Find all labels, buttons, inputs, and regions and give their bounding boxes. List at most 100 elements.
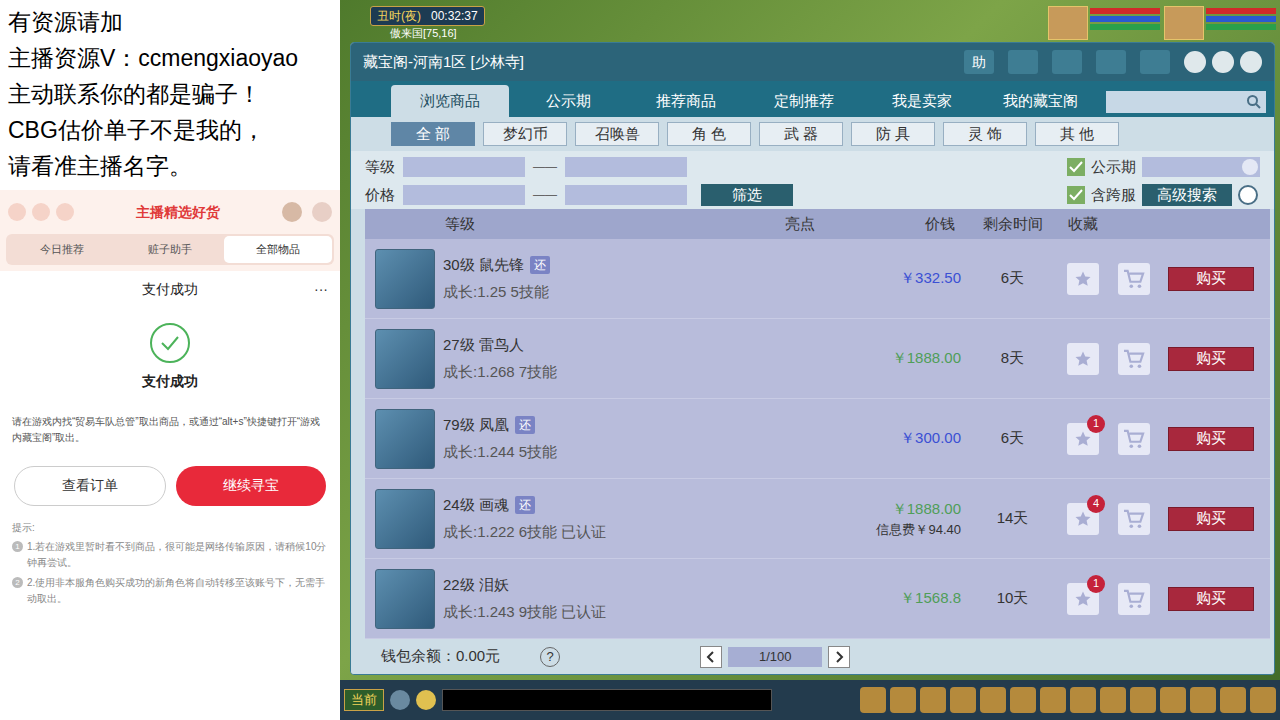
return-badge: 还 — [515, 416, 535, 434]
mobile-tab[interactable]: 赃子助手 — [116, 236, 224, 263]
buy-button[interactable]: 购买 — [1168, 427, 1254, 451]
mobile-tab[interactable]: 今日推荐 — [8, 236, 116, 263]
category-button[interactable]: 其 他 — [1035, 122, 1119, 146]
action-button[interactable]: 查看订单 — [14, 466, 166, 506]
pet-detail: 成长:1.244 5技能 — [443, 441, 557, 464]
table-row[interactable]: 30级 鼠先锋还成长:1.25 5技能￥332.506天购买 — [365, 239, 1270, 319]
range-min-input[interactable] — [403, 185, 525, 205]
category-button[interactable]: 全 部 — [391, 122, 475, 146]
buy-button[interactable]: 购买 — [1168, 587, 1254, 611]
add-icon — [1242, 159, 1258, 175]
mobile-tab[interactable]: 全部物品 — [224, 236, 332, 263]
emoji-icon[interactable] — [416, 690, 436, 710]
category-button[interactable]: 召唤兽 — [575, 122, 659, 146]
price: ￥1888.00 — [892, 498, 961, 521]
chat-input[interactable] — [442, 689, 772, 711]
header-icon[interactable] — [56, 203, 74, 221]
cart-button[interactable] — [1118, 503, 1150, 535]
table-row[interactable]: 24级 画魂还成长:1.222 6技能 已认证￥1888.00信息费￥94.40… — [365, 479, 1270, 559]
category-button[interactable]: 梦幻币 — [483, 122, 567, 146]
cart-button[interactable] — [1118, 263, 1150, 295]
window-control-icon[interactable] — [1240, 51, 1262, 73]
toolbar-item-icon[interactable] — [950, 687, 976, 713]
check-icon — [1069, 161, 1083, 173]
favorite-button[interactable] — [1067, 343, 1099, 375]
toolbar-item-icon[interactable] — [1130, 687, 1156, 713]
header-icon[interactable] — [8, 203, 26, 221]
mobile-tabs: 今日推荐赃子助手全部物品 — [0, 234, 340, 271]
toolbar-icon[interactable] — [1052, 50, 1082, 74]
category-button[interactable]: 防 具 — [851, 122, 935, 146]
range-max-input[interactable] — [565, 157, 687, 177]
action-button[interactable]: 继续寻宝 — [176, 466, 326, 506]
toolbar-item-icon[interactable] — [1220, 687, 1246, 713]
header-icon[interactable] — [32, 203, 50, 221]
main-tab[interactable]: 浏览商品 — [391, 85, 509, 117]
filter-checkbox[interactable] — [1067, 158, 1085, 176]
main-tab[interactable]: 我是卖家 — [863, 85, 981, 117]
toolbar-item-icon[interactable] — [1100, 687, 1126, 713]
favorite-count: 1 — [1087, 415, 1105, 433]
toolbar-item-icon[interactable] — [1160, 687, 1186, 713]
cart-button[interactable] — [1118, 423, 1150, 455]
chat-channel[interactable]: 当前 — [344, 689, 384, 711]
help-icon[interactable]: ? — [540, 647, 560, 667]
toolbar-item-icon[interactable] — [920, 687, 946, 713]
help-button[interactable]: 助 — [964, 50, 994, 74]
toolbar-icon[interactable] — [1140, 50, 1170, 74]
toolbar-icon[interactable] — [1008, 50, 1038, 74]
toolbar-icon[interactable] — [1096, 50, 1126, 74]
toolbar-item-icon[interactable] — [980, 687, 1006, 713]
search-field[interactable] — [1106, 91, 1266, 113]
prev-page-button[interactable] — [700, 646, 722, 668]
favorite-count: 4 — [1087, 495, 1105, 513]
cart-button[interactable] — [1118, 343, 1150, 375]
next-page-button[interactable] — [828, 646, 850, 668]
category-button[interactable]: 灵 饰 — [943, 122, 1027, 146]
main-tab[interactable]: 公示期 — [509, 85, 627, 117]
party-member[interactable] — [1048, 6, 1160, 40]
star-icon — [1074, 350, 1092, 368]
range-min-input[interactable] — [403, 157, 525, 177]
favorite-button[interactable]: 1 — [1067, 583, 1099, 615]
filter-checkbox[interactable] — [1067, 186, 1085, 204]
category-button[interactable]: 角 色 — [667, 122, 751, 146]
table-row[interactable]: 22级 泪妖成长:1.243 9技能 已认证￥1568.810天1购买 — [365, 559, 1270, 639]
column-header: 剩余时间 — [975, 213, 1050, 236]
cart-button[interactable] — [1118, 583, 1150, 615]
toolbar-item-icon[interactable] — [890, 687, 916, 713]
toolbar-item-icon[interactable] — [1250, 687, 1276, 713]
filter-button[interactable]: 筛选 — [701, 184, 793, 206]
main-tab[interactable]: 我的藏宝阁 — [981, 85, 1099, 117]
party-member[interactable] — [1164, 6, 1276, 40]
filter-area: 等级——价格——筛选公示期含跨服高级搜索 — [351, 151, 1274, 209]
buy-button[interactable]: 购买 — [1168, 347, 1254, 371]
category-button[interactable]: 武 器 — [759, 122, 843, 146]
close-icon[interactable] — [312, 202, 332, 222]
favorite-button[interactable]: 1 — [1067, 423, 1099, 455]
voice-icon[interactable] — [390, 690, 410, 710]
toolbar-item-icon[interactable] — [860, 687, 886, 713]
table-row[interactable]: 79级 凤凰还成长:1.244 5技能￥300.006天1购买 — [365, 399, 1270, 479]
favorite-button[interactable]: 4 — [1067, 503, 1099, 535]
favorite-button[interactable] — [1067, 263, 1099, 295]
table-row[interactable]: 27级 雷鸟人成长:1.268 7技能￥1888.008天购买 — [365, 319, 1270, 399]
window-control-icon[interactable] — [1212, 51, 1234, 73]
more-menu[interactable]: ··· — [314, 279, 328, 300]
main-tab[interactable]: 推荐商品 — [627, 85, 745, 117]
toolbar-item-icon[interactable] — [1070, 687, 1096, 713]
advanced-search-button[interactable]: 高级搜索 — [1142, 184, 1232, 206]
range-max-input[interactable] — [565, 185, 687, 205]
main-tab[interactable]: 定制推荐 — [745, 85, 863, 117]
buy-button[interactable]: 购买 — [1168, 507, 1254, 531]
toolbar-item-icon[interactable] — [1010, 687, 1036, 713]
portrait — [1048, 6, 1088, 40]
clock-icon[interactable] — [1238, 185, 1258, 205]
toolbar-item-icon[interactable] — [1040, 687, 1066, 713]
server-select[interactable] — [1142, 157, 1260, 177]
notice-line: 主动联系你的都是骗子！ — [8, 76, 332, 112]
buy-button[interactable]: 购买 — [1168, 267, 1254, 291]
pet-portrait — [375, 409, 435, 469]
toolbar-item-icon[interactable] — [1190, 687, 1216, 713]
window-control-icon[interactable] — [1184, 51, 1206, 73]
